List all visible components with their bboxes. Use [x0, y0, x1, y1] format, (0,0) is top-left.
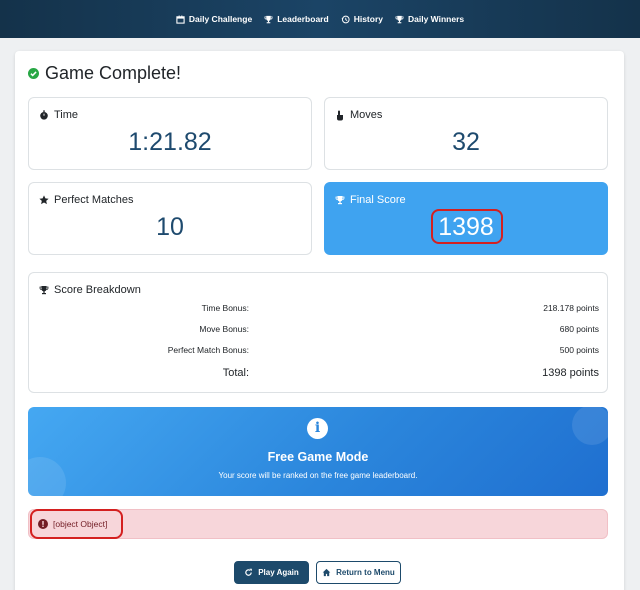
- nav-leaderboard[interactable]: Leaderboard: [264, 14, 329, 24]
- perfect-matches-stat-card: Perfect Matches 10: [28, 182, 312, 255]
- move-bonus-value: 680 points: [559, 324, 599, 334]
- nav-daily-challenge-label: Daily Challenge: [188, 14, 253, 24]
- score-breakdown-header: Score Breakdown: [39, 284, 141, 296]
- calendar-icon: [176, 14, 185, 24]
- time-value: 1:21.82: [128, 128, 212, 156]
- error-alert: [object Object]: [28, 509, 608, 539]
- final-score-label: Final Score: [350, 194, 406, 206]
- top-navbar: Daily Challenge Leaderboard History Dail…: [0, 0, 640, 38]
- nav-daily-winners-label: Daily Winners: [407, 14, 465, 24]
- perfect-matches-label: Perfect Matches: [54, 194, 134, 206]
- time-stat-header: Time: [39, 109, 78, 121]
- free-game-mode-subtitle: Your score will be ranked on the free ga…: [218, 471, 418, 480]
- star-icon: [39, 195, 49, 205]
- time-label: Time: [54, 109, 79, 121]
- nav-daily-winners[interactable]: Daily Winners: [395, 14, 464, 24]
- time-stat-card: Time 1:21.82: [28, 97, 312, 170]
- final-score-header: Final Score: [335, 194, 406, 206]
- trophy-icon: [39, 286, 49, 295]
- perfect-matches-header: Perfect Matches: [39, 194, 133, 206]
- exclamation-circle-icon: [38, 519, 48, 529]
- trophy-icon: [335, 196, 345, 205]
- final-score-value: 1398: [438, 213, 494, 241]
- final-score-stat-card: Final Score 1398: [324, 182, 608, 255]
- trophy-icon: [264, 15, 273, 23]
- history-icon: [341, 15, 350, 23]
- perfect-matches-value: 10: [156, 213, 184, 241]
- moves-label: Moves: [350, 109, 383, 121]
- total-value: 1398 points: [542, 367, 599, 379]
- moves-stat-header: Moves: [335, 109, 382, 121]
- nav-daily-challenge[interactable]: Daily Challenge: [176, 14, 252, 24]
- score-breakdown-card: Score Breakdown Time Bonus: 218.178 poin…: [28, 272, 608, 393]
- play-again-label: Play Again: [258, 568, 299, 577]
- time-bonus-value: 218.178 points: [543, 303, 599, 313]
- check-circle-icon: [28, 68, 39, 79]
- nav-history[interactable]: History: [341, 14, 383, 24]
- return-to-menu-button[interactable]: Return to Menu: [316, 561, 401, 584]
- trophy-icon: [395, 15, 404, 23]
- play-again-button[interactable]: Play Again: [234, 561, 309, 584]
- total-label: Total:: [222, 367, 249, 379]
- score-breakdown-title: Score Breakdown: [54, 284, 141, 296]
- error-alert-text: [object Object]: [53, 519, 108, 529]
- free-game-mode-title: Free Game Mode: [267, 450, 369, 464]
- time-bonus-label: Time Bonus:: [201, 303, 249, 313]
- return-to-menu-label: Return to Menu: [336, 568, 395, 577]
- stopwatch-icon: [40, 110, 48, 120]
- info-icon: i: [307, 418, 328, 439]
- nav-leaderboard-label: Leaderboard: [277, 14, 329, 24]
- moves-stat-card: Moves 32: [324, 97, 608, 170]
- page-title-text: Game Complete!: [45, 63, 182, 83]
- nav-history-label: History: [353, 14, 383, 24]
- decorative-circle: [572, 407, 608, 445]
- redo-icon: [245, 568, 253, 576]
- page-title: Game Complete!: [28, 63, 181, 84]
- free-game-mode-banner: i Free Game Mode Your score will be rank…: [28, 407, 608, 496]
- home-icon: [322, 568, 331, 577]
- perfect-match-bonus-value: 500 points: [559, 345, 599, 355]
- perfect-match-bonus-label: Perfect Match Bonus:: [167, 345, 249, 355]
- move-bonus-label: Move Bonus:: [199, 324, 249, 334]
- moves-value: 32: [452, 128, 480, 156]
- hand-pointer-icon: [337, 110, 343, 120]
